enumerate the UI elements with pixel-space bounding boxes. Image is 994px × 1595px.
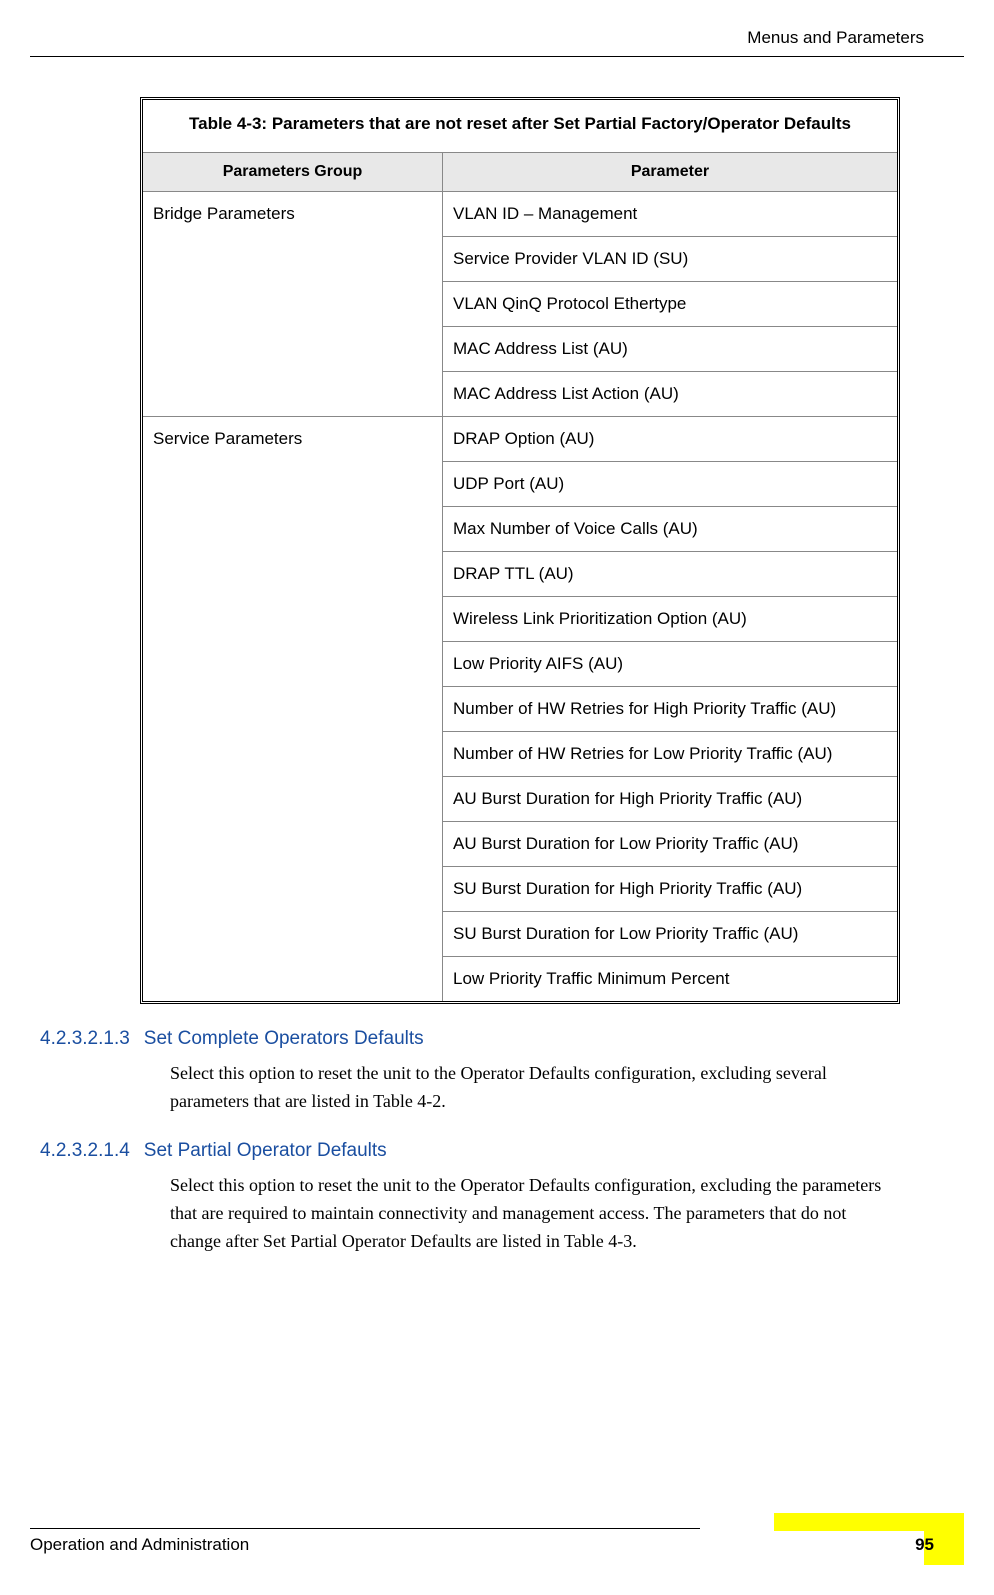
parameter-item: Max Number of Voice Calls (AU) [443,507,897,552]
page-number: 95 [915,1535,934,1555]
highlight-decoration [774,1513,964,1531]
section-body: Select this option to reset the unit to … [170,1172,890,1256]
parameter-item: AU Burst Duration for High Priority Traf… [443,777,897,822]
parameter-item: DRAP TTL (AU) [443,552,897,597]
page-content: Table 4-3: Parameters that are not reset… [0,57,994,1255]
parameter-item: AU Burst Duration for Low Priority Traff… [443,822,897,867]
parameters-table: Table 4-3: Parameters that are not reset… [140,97,900,1004]
table-group-row: Bridge ParametersVLAN ID – ManagementSer… [143,192,897,417]
section-title: Set Partial Operator Defaults [144,1140,387,1162]
parameters-cell: DRAP Option (AU)UDP Port (AU)Max Number … [443,417,897,1001]
section-heading: 4.2.3.2.1.3 Set Complete Operators Defaul… [40,1028,954,1050]
section-heading: 4.2.3.2.1.4 Set Partial Operator Defaults [40,1140,954,1162]
section-title: Set Complete Operators Defaults [144,1028,424,1050]
table-group-row: Service ParametersDRAP Option (AU)UDP Po… [143,417,897,1001]
parameter-item: Low Priority Traffic Minimum Percent [443,957,897,1001]
parameter-item: SU Burst Duration for High Priority Traf… [443,867,897,912]
parameter-item: Wireless Link Prioritization Option (AU) [443,597,897,642]
parameter-item: Number of HW Retries for Low Priority Tr… [443,732,897,777]
parameter-item: UDP Port (AU) [443,462,897,507]
parameter-item: MAC Address List Action (AU) [443,372,897,416]
section-body: Select this option to reset the unit to … [170,1060,890,1116]
parameter-item: Service Provider VLAN ID (SU) [443,237,897,282]
page-header: Menus and Parameters [30,0,964,57]
sections-container: 4.2.3.2.1.3 Set Complete Operators Defaul… [40,1028,954,1255]
footer-label: Operation and Administration [30,1535,964,1555]
section-number: 4.2.3.2.1.3 [40,1028,130,1050]
table-body: Bridge ParametersVLAN ID – ManagementSer… [143,192,897,1001]
table-caption: Table 4-3: Parameters that are not reset… [143,100,897,152]
column-header-parameter: Parameter [443,152,897,192]
parameter-item: MAC Address List (AU) [443,327,897,372]
column-header-group: Parameters Group [143,152,443,192]
breadcrumb: Menus and Parameters [747,28,924,47]
parameter-item: VLAN QinQ Protocol Ethertype [443,282,897,327]
footer-divider [30,1528,700,1529]
section-number: 4.2.3.2.1.4 [40,1140,130,1162]
group-name-cell: Bridge Parameters [143,192,443,416]
page-footer: Operation and Administration 95 [30,1528,964,1555]
parameter-item: Number of HW Retries for High Priority T… [443,687,897,732]
parameters-cell: VLAN ID – ManagementService Provider VLA… [443,192,897,416]
parameter-item: SU Burst Duration for Low Priority Traff… [443,912,897,957]
group-name-cell: Service Parameters [143,417,443,1001]
table-header-row: Parameters Group Parameter [143,152,897,192]
parameter-item: DRAP Option (AU) [443,417,897,462]
parameter-item: Low Priority AIFS (AU) [443,642,897,687]
parameter-item: VLAN ID – Management [443,192,897,237]
